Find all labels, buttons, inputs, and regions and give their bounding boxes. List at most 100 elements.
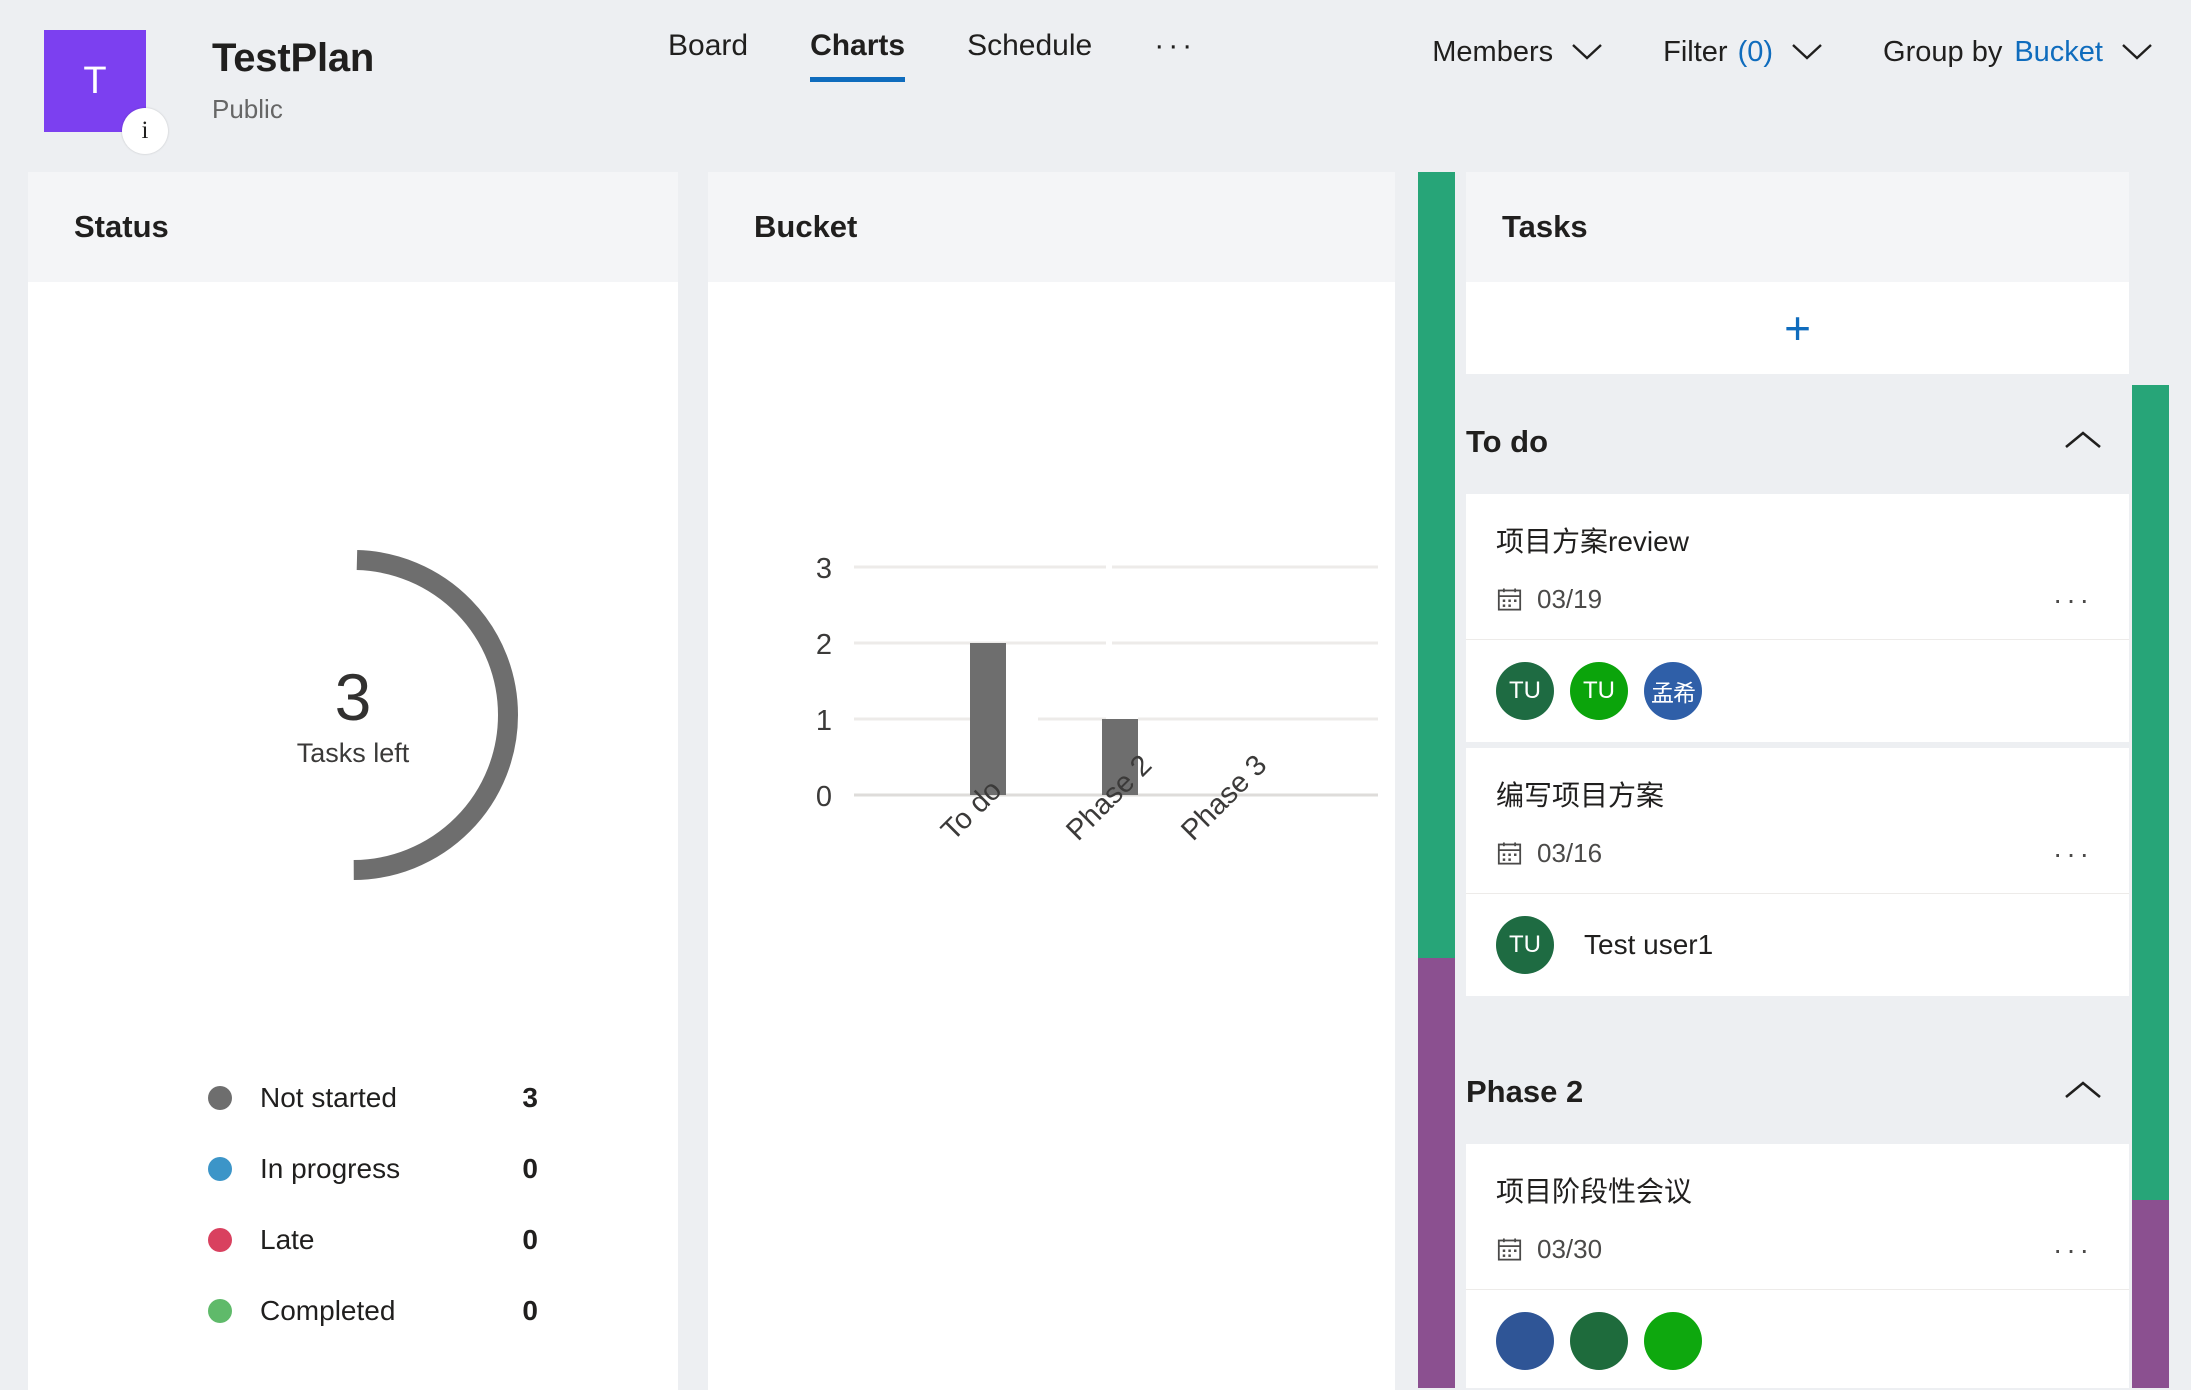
bucket-panel-title: Bucket xyxy=(754,209,858,244)
plan-identity: T i TestPlan Public xyxy=(44,30,375,154)
bucket-panel-header: Bucket xyxy=(708,172,1395,282)
group-by-label: Group by xyxy=(1883,35,2003,68)
legend-dot-not-started xyxy=(208,1085,232,1110)
task-due-date: 03/19 xyxy=(1496,584,1602,615)
chevron-down-icon xyxy=(1571,42,1603,62)
legend-value-in-progress: 0 xyxy=(522,1152,538,1184)
tasks-panel-header: Tasks xyxy=(1466,172,2129,282)
avatar[interactable]: TU xyxy=(1496,662,1554,720)
legend-dot-completed xyxy=(208,1298,232,1323)
bucket-strip-segment-purple xyxy=(2132,1200,2169,1388)
donut-center-text: 3 Tasks left xyxy=(178,540,528,890)
task-due-text: 03/19 xyxy=(1537,584,1603,614)
plus-icon: + xyxy=(1784,302,1811,354)
legend-label-completed: Completed xyxy=(260,1294,396,1326)
legend-item-completed: Completed 0 xyxy=(208,1275,538,1346)
avatar[interactable]: TU xyxy=(1496,916,1554,974)
filter-button[interactable]: Filter (0) xyxy=(1663,36,1823,69)
bucket-color-strip-right xyxy=(2132,385,2169,1388)
task-card[interactable]: 项目方案review 03/19 ··· TU TU 孟希 xyxy=(1466,494,2129,742)
avatar[interactable]: TU xyxy=(1570,662,1628,720)
legend-dot-late xyxy=(208,1227,232,1252)
legend-item-in-progress: In progress 0 xyxy=(208,1133,538,1204)
avatar[interactable] xyxy=(1644,1312,1702,1370)
y-tick-3: 3 xyxy=(816,553,832,585)
task-more-icon[interactable]: ··· xyxy=(2053,839,2099,867)
chevron-down-icon xyxy=(2121,42,2153,62)
status-panel-header: Status xyxy=(28,172,678,282)
task-title: 项目方案review xyxy=(1496,526,1689,557)
task-more-icon[interactable]: ··· xyxy=(2053,585,2099,613)
legend-value-completed: 0 xyxy=(522,1294,538,1326)
task-assignees: TU TU 孟希 xyxy=(1466,639,2129,742)
avatar[interactable]: 孟希 xyxy=(1644,662,1702,720)
task-assignees xyxy=(1466,1289,2129,1388)
legend-label-not-started: Not started xyxy=(260,1081,397,1113)
avatar-initials: TU xyxy=(1583,677,1615,704)
group-by-button[interactable]: Group by Bucket xyxy=(1883,36,2153,69)
chevron-down-icon xyxy=(1791,42,1823,62)
add-task-button[interactable]: + xyxy=(1466,282,2129,374)
tasks-panel: Tasks + To do 项目方案review 03/19 ··· TU TU… xyxy=(1466,172,2129,1388)
task-card[interactable]: 项目阶段性会议 03/30 ··· xyxy=(1466,1144,2129,1388)
tab-board[interactable]: Board xyxy=(668,26,748,82)
page-title: TestPlan xyxy=(212,36,375,80)
status-legend: Not started 3 In progress 0 Late 0 Compl… xyxy=(208,1062,538,1346)
task-card-meta: 03/16 ··· xyxy=(1496,838,2099,869)
avatar-initials: TU xyxy=(1509,677,1541,704)
task-more-icon[interactable]: ··· xyxy=(2053,1235,2099,1263)
tab-overflow-icon[interactable]: ··· xyxy=(1154,26,1196,66)
status-panel-body: 3 Tasks left Not started 3 In progress 0… xyxy=(28,282,678,1390)
calendar-icon xyxy=(1496,586,1523,613)
bucket-strip-segment-purple xyxy=(1418,958,1455,1388)
plan-visibility-label: Public xyxy=(212,94,283,124)
chevron-up-icon[interactable] xyxy=(2063,1078,2103,1107)
status-panel-title: Status xyxy=(74,209,169,244)
tasks-left-caption: Tasks left xyxy=(296,737,410,768)
filter-count: (0) xyxy=(1737,35,1774,68)
task-card-meta: 03/30 ··· xyxy=(1496,1234,2099,1265)
legend-value-late: 0 xyxy=(522,1223,538,1255)
header-controls: Members Filter (0) Group by Bucket xyxy=(1372,26,2153,78)
info-icon[interactable]: i xyxy=(122,108,168,154)
view-tabs: Board Charts Schedule ··· xyxy=(668,26,1196,106)
calendar-icon xyxy=(1496,1236,1523,1263)
avatar[interactable] xyxy=(1496,1312,1554,1370)
group-by-value: Bucket xyxy=(2014,35,2103,68)
task-assignees: TU Test user1 xyxy=(1466,893,2129,996)
task-title: 项目阶段性会议 xyxy=(1496,1176,1693,1207)
bucket-color-strip-left xyxy=(1418,172,1455,1388)
filter-label: Filter xyxy=(1663,35,1728,68)
task-group-header-phase-2[interactable]: Phase 2 xyxy=(1466,1040,2129,1144)
legend-item-not-started: Not started 3 xyxy=(208,1062,538,1133)
task-group-title: To do xyxy=(1466,424,1549,459)
x-tick-phase-3: Phase 3 xyxy=(1175,749,1273,847)
y-tick-0: 0 xyxy=(816,781,832,813)
avatar[interactable] xyxy=(1570,1312,1628,1370)
legend-value-not-started: 3 xyxy=(522,1081,538,1113)
tab-schedule[interactable]: Schedule xyxy=(967,26,1092,82)
bar-to-do[interactable] xyxy=(970,643,1006,795)
members-label: Members xyxy=(1432,35,1554,68)
tab-charts[interactable]: Charts xyxy=(810,26,906,82)
bucket-strip-segment-green xyxy=(1418,172,1455,958)
task-group-header-to-do[interactable]: To do xyxy=(1466,390,2129,494)
bucket-panel-body: 3 2 1 0 To do Phase 2 Phase 3 xyxy=(708,282,1395,1390)
chevron-up-icon[interactable] xyxy=(2063,428,2103,457)
members-button[interactable]: Members xyxy=(1432,36,1603,69)
bucket-bar-chart: 3 2 1 0 To do Phase 2 Phase 3 xyxy=(816,553,1378,847)
tasks-panel-title: Tasks xyxy=(1502,209,1588,244)
task-card[interactable]: 编写项目方案 03/16 ··· TU Test user1 xyxy=(1466,748,2129,996)
bucket-chart-panel: Bucket 3 2 1 0 To do Phase 2 Phase 3 xyxy=(708,172,1395,1390)
task-title: 编写项目方案 xyxy=(1496,780,1665,811)
status-donut-chart: 3 Tasks left xyxy=(178,540,528,890)
task-due-text: 03/30 xyxy=(1537,1234,1603,1264)
avatar-initials: TU xyxy=(1509,931,1541,958)
legend-label-late: Late xyxy=(260,1223,315,1255)
status-chart-panel: Status 3 Tasks left Not started 3 In pro… xyxy=(28,172,678,1390)
calendar-icon xyxy=(1496,840,1523,867)
avatar-initials: 孟希 xyxy=(1651,680,1696,706)
bucket-strip-segment-green xyxy=(2132,385,2169,1200)
task-due-date: 03/16 xyxy=(1496,838,1602,869)
plan-avatar-wrapper: T i xyxy=(44,30,168,154)
